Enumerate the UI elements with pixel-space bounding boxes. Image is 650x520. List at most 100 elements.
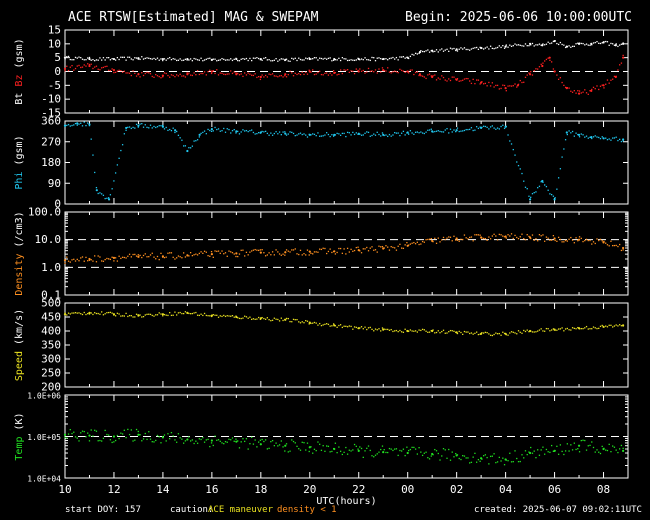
- data-point: [322, 74, 324, 76]
- data-point: [151, 441, 153, 443]
- data-point: [161, 255, 165, 258]
- data-point: [134, 57, 136, 59]
- data-point: [486, 126, 488, 128]
- data-point: [430, 455, 432, 457]
- data-point: [186, 438, 189, 441]
- data-point: [121, 315, 124, 317]
- data-point: [327, 250, 330, 253]
- data-point: [390, 448, 392, 450]
- data-point: [482, 237, 485, 240]
- data-point: [470, 48, 473, 50]
- data-point: [161, 313, 165, 316]
- data-point: [226, 128, 228, 130]
- data-point: [172, 256, 174, 258]
- data-point: [589, 444, 591, 447]
- data-point: [378, 68, 380, 70]
- data-point: [256, 249, 258, 251]
- data-point: [320, 135, 323, 137]
- data-point: [343, 69, 345, 71]
- data-point: [549, 59, 551, 62]
- data-point: [245, 316, 248, 318]
- data-point: [404, 134, 406, 136]
- data-point: [294, 442, 296, 444]
- data-point: [284, 132, 287, 135]
- data-point: [191, 312, 194, 315]
- data-point: [92, 313, 94, 316]
- data-point: [345, 325, 347, 327]
- data-point: [135, 123, 138, 126]
- data-point: [223, 314, 225, 317]
- y-tick-label: 90: [48, 177, 61, 190]
- data-point: [235, 255, 237, 258]
- data-point: [251, 318, 253, 321]
- data-point: [542, 234, 544, 236]
- data-point: [184, 76, 187, 78]
- data-point: [401, 132, 403, 134]
- data-point: [149, 313, 152, 316]
- data-point: [317, 59, 319, 61]
- data-point: [144, 253, 146, 255]
- data-point: [465, 77, 467, 80]
- data-point: [308, 250, 311, 253]
- data-point: [542, 330, 544, 332]
- data-point: [85, 124, 87, 127]
- data-point: [228, 73, 230, 75]
- data-point: [240, 58, 242, 60]
- data-point: [160, 125, 162, 127]
- data-point: [163, 434, 166, 436]
- data-point: [402, 448, 405, 450]
- data-point: [467, 128, 469, 131]
- data-point: [132, 316, 134, 318]
- data-point: [427, 49, 429, 51]
- data-point: [484, 125, 487, 128]
- data-point: [619, 243, 621, 246]
- data-point: [528, 198, 532, 201]
- data-point: [320, 73, 323, 76]
- data-point: [617, 325, 619, 327]
- data-point: [94, 171, 96, 174]
- data-point: [224, 131, 227, 133]
- data-point: [381, 132, 384, 134]
- data-point: [83, 121, 85, 123]
- data-point: [67, 260, 70, 262]
- data-point: [413, 133, 415, 135]
- data-point: [64, 70, 66, 72]
- data-point: [80, 313, 82, 315]
- data-point: [245, 74, 248, 76]
- data-point: [111, 441, 113, 444]
- data-point: [599, 85, 602, 87]
- data-point: [455, 331, 458, 334]
- data-point: [458, 80, 460, 82]
- data-point: [564, 328, 567, 330]
- data-point: [251, 129, 253, 131]
- data-point: [174, 76, 176, 78]
- data-point: [205, 439, 207, 441]
- data-point: [537, 330, 539, 332]
- data-point: [251, 250, 253, 252]
- data-point: [256, 132, 258, 135]
- data-point: [167, 314, 169, 317]
- data-point: [331, 134, 333, 136]
- data-point: [327, 74, 330, 76]
- y-axis-label: Speed (km/s): [14, 309, 25, 381]
- data-point: [291, 131, 293, 134]
- data-point: [95, 59, 98, 61]
- data-point: [413, 446, 415, 449]
- data-point: [357, 246, 359, 248]
- data-point: [219, 72, 221, 74]
- data-point: [202, 252, 204, 254]
- data-point: [165, 59, 167, 61]
- data-point: [406, 451, 409, 455]
- data-point: [486, 46, 488, 48]
- data-point: [484, 47, 487, 49]
- data-point: [217, 128, 220, 130]
- data-point: [425, 131, 427, 133]
- data-point: [83, 430, 85, 433]
- data-point: [446, 80, 448, 82]
- data-point: [615, 324, 617, 326]
- data-point: [257, 316, 260, 319]
- data-point: [470, 236, 473, 238]
- data-point: [153, 57, 155, 60]
- data-point: [148, 72, 150, 74]
- series-density: [63, 233, 625, 264]
